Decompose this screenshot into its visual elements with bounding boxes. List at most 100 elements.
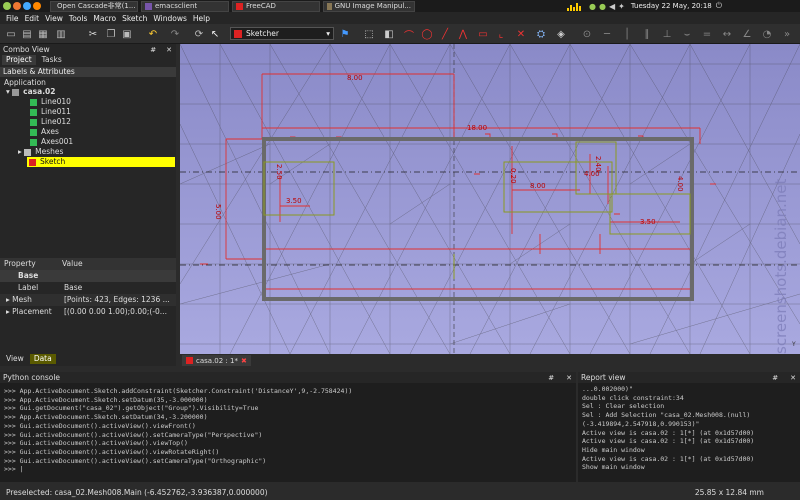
tab-tasks[interactable]: Tasks — [38, 55, 66, 65]
debian-swirl-icon — [3, 2, 11, 10]
constraint-parallel-icon[interactable]: ∥ — [640, 27, 654, 41]
sketch-line-icon[interactable]: ╱ — [438, 27, 452, 41]
constraint-angle-icon[interactable]: ∠ — [740, 27, 754, 41]
network-icon[interactable]: ● — [589, 2, 596, 11]
paste-icon[interactable]: ▣ — [120, 27, 134, 41]
sketch-circle-icon[interactable]: ◯ — [420, 27, 434, 41]
sketcher-icon — [234, 29, 242, 38]
sketch-canvas[interactable]: 8.00 18.00 5.00 3.50 8.00 3.50 2.50 4.00… — [180, 44, 800, 354]
workbench-selector[interactable]: Sketcher ▾ — [230, 27, 334, 40]
tree-item-meshes[interactable]: ▸ Meshes — [18, 147, 63, 157]
sketch-mirror-icon[interactable]: ◈ — [554, 27, 568, 41]
clock[interactable]: Tuesday 22 May, 20:18 — [631, 2, 712, 10]
tab-view[interactable]: View — [2, 354, 28, 364]
sketch-rectangle-icon[interactable]: ▭ — [476, 27, 490, 41]
power-icon[interactable]: ⏻ — [716, 1, 722, 11]
tree-item-label: Sketch — [40, 157, 66, 166]
tree-item-sketch[interactable]: Sketch — [27, 157, 175, 167]
save-icon[interactable]: ▦ — [36, 27, 50, 41]
menu-help[interactable]: Help — [193, 14, 210, 23]
volume-icon[interactable]: ◀ — [609, 2, 615, 11]
report-output: ...0.002000)" double click constraint:34… — [578, 383, 800, 472]
refresh-icon[interactable]: ⟳ — [192, 27, 206, 41]
watermark: screenshots.debian.net — [772, 179, 790, 354]
menu-file[interactable]: File — [6, 14, 19, 23]
menu-sketch[interactable]: Sketch — [122, 14, 147, 23]
tree-item-axes[interactable]: Axes — [30, 127, 59, 137]
copy-icon[interactable]: ❐ — [104, 27, 118, 41]
sketch-close-icon[interactable]: ⛭ — [534, 27, 548, 41]
menu-edit[interactable]: Edit — [25, 14, 40, 23]
console-prompt[interactable]: >>> | — [4, 465, 576, 474]
console-output[interactable]: >>> App.ActiveDocument.Sketch.addConstra… — [0, 383, 576, 474]
tree-item-line012[interactable]: Line012 — [30, 117, 71, 127]
property-name-text: Mesh — [12, 295, 32, 304]
console-line: >>> Gui.activeDocument().activeView().se… — [4, 430, 263, 439]
python-console[interactable]: Python console # ✕ >>> App.ActiveDocument.… — [0, 372, 576, 482]
close-icon[interactable]: ✕ — [166, 46, 172, 54]
property-row[interactable]: Label Base — [0, 282, 176, 294]
float-icon[interactable]: # — [150, 46, 156, 54]
constraint-vertical-icon[interactable]: │ — [620, 27, 634, 41]
twitter-icon[interactable]: ✦ — [618, 2, 625, 11]
3d-view[interactable]: 8.00 18.00 5.00 3.50 8.00 3.50 2.50 4.00… — [180, 44, 800, 354]
whats-this-icon[interactable]: ↖ — [208, 27, 222, 41]
dimension-label: 3.50 — [640, 218, 656, 226]
sketch-polyline-icon[interactable]: ⋀ — [456, 27, 470, 41]
print-icon[interactable]: ▥ — [54, 27, 68, 41]
sketch-fillet-icon[interactable]: ⌞ — [494, 27, 508, 41]
freecad-icon — [236, 2, 243, 10]
redo-icon[interactable]: ↷ — [168, 27, 182, 41]
constraint-radius-icon[interactable]: ◔ — [760, 27, 774, 41]
tree-item-label: Axes — [41, 127, 59, 136]
close-icon[interactable]: ✕ — [790, 374, 796, 382]
constraint-distance-icon[interactable]: ↔ — [720, 27, 734, 41]
property-row[interactable]: ▸ Mesh [Points: 423, Edges: 1236 ... — [0, 294, 176, 306]
mail-icon[interactable] — [23, 2, 31, 10]
applications-menu[interactable] — [3, 2, 42, 10]
close-tab-icon[interactable]: ✖ — [241, 357, 247, 365]
undo-icon[interactable]: ↶ — [146, 27, 160, 41]
tree-item-line010[interactable]: Line010 — [30, 97, 71, 107]
tab-project[interactable]: Project — [2, 55, 36, 65]
task-opencascade[interactable]: Open Cascade非常(1... — [50, 0, 138, 12]
sketch-arc-icon[interactable]: ⌒ — [402, 27, 416, 42]
firefox-icon[interactable] — [13, 2, 21, 10]
close-icon[interactable]: ✕ — [566, 374, 572, 382]
vlc-icon[interactable] — [33, 2, 41, 10]
menu-view[interactable]: View — [45, 14, 63, 23]
menu-macro[interactable]: Macro — [93, 14, 116, 23]
bluetooth-icon[interactable]: ● — [599, 2, 606, 11]
float-icon[interactable]: # — [772, 374, 778, 382]
constraint-coincident-icon[interactable]: ⊙ — [580, 27, 594, 41]
constraint-perpendicular-icon[interactable]: ⊥ — [660, 27, 674, 41]
report-view[interactable]: Report view # ✕ ...0.002000)" double click… — [578, 372, 800, 482]
property-row[interactable]: ▸ Placement [(0.00 0.00 1.00);0.00;(-0... — [0, 306, 176, 318]
gimp-icon — [327, 2, 332, 10]
console-line: >>> App.ActiveDocument.Sketch.setDatum(3… — [4, 413, 208, 422]
tree-item-line011[interactable]: Line011 — [30, 107, 71, 117]
toolbar-more-icon[interactable]: » — [780, 27, 794, 41]
view-fit-icon[interactable]: ⬚ — [362, 27, 376, 41]
status-dimensions: 25.85 x 12.84 mm — [694, 487, 764, 497]
constraint-tangent-icon[interactable]: ⌣ — [680, 27, 694, 41]
tab-casa02[interactable]: casa.02 : 1* ✖ — [182, 355, 251, 366]
constraint-horizontal-icon[interactable]: ─ — [600, 27, 614, 41]
sketch-trim-icon[interactable]: ✕ — [514, 27, 528, 41]
macro-record-icon[interactable]: ⚑ — [338, 27, 352, 41]
task-emacsclient[interactable]: emacsclient — [141, 0, 229, 12]
tab-data[interactable]: Data — [29, 354, 56, 364]
view-axonometric-icon[interactable]: ◧ — [382, 27, 396, 41]
task-gimp[interactable]: GNU Image Manipul... — [323, 0, 415, 12]
menu-windows[interactable]: Windows — [153, 14, 186, 23]
tree-document[interactable]: ▾ casa.02 — [6, 87, 55, 97]
constraint-equal-icon[interactable]: = — [700, 27, 714, 41]
menu-tools[interactable]: Tools — [69, 14, 87, 23]
cut-icon[interactable]: ✂ — [86, 27, 100, 41]
open-icon[interactable]: ▤ — [20, 27, 34, 41]
tree-item-axes001[interactable]: Axes001 — [30, 137, 73, 147]
new-document-icon[interactable]: ▭ — [4, 27, 18, 41]
task-freecad[interactable]: FreeCAD — [232, 0, 320, 12]
float-icon[interactable]: # — [548, 374, 554, 382]
property-tabs: View Data — [2, 354, 56, 364]
